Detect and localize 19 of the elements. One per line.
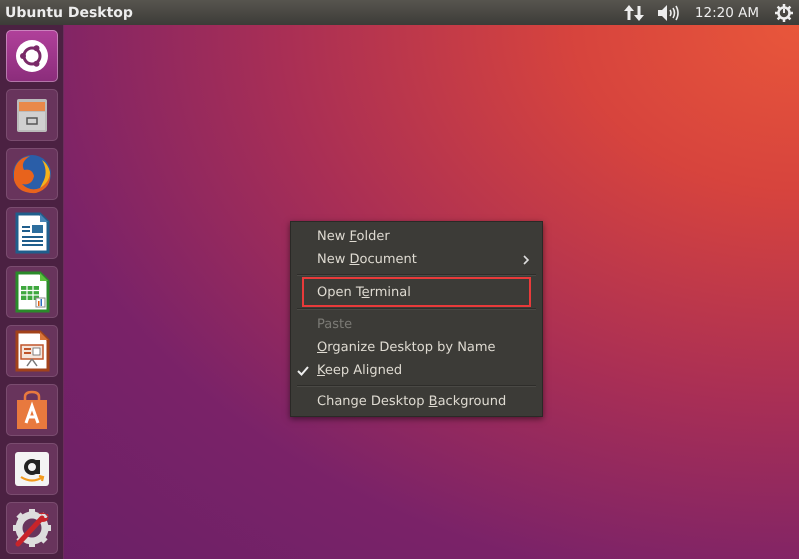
menu-item[interactable]: Organize Desktop by Name (297, 336, 530, 359)
launcher-button[interactable] (6, 30, 58, 82)
network-arrows-icon[interactable] (622, 2, 645, 22)
launcher-button[interactable] (6, 502, 58, 554)
menu-item[interactable]: Keep Aligned (297, 359, 530, 382)
launcher-button[interactable] (6, 207, 58, 259)
gear-icon[interactable] (775, 4, 793, 22)
menu-item[interactable]: New Document (297, 248, 530, 271)
menu-item[interactable]: Change Desktop Background (297, 390, 530, 413)
launcher-button[interactable] (6, 443, 58, 495)
menu-item[interactable]: Open Terminal (304, 279, 529, 305)
launcher-button[interactable] (6, 325, 58, 377)
launcher-button[interactable] (6, 266, 58, 318)
volume-icon[interactable] (656, 4, 679, 22)
launcher-button[interactable] (6, 89, 58, 141)
launcher-button[interactable] (6, 384, 58, 436)
menu-item[interactable]: New Folder (297, 225, 530, 248)
window-title: Ubuntu Desktop (5, 4, 133, 20)
clock[interactable]: 12:20 AM (694, 4, 759, 20)
